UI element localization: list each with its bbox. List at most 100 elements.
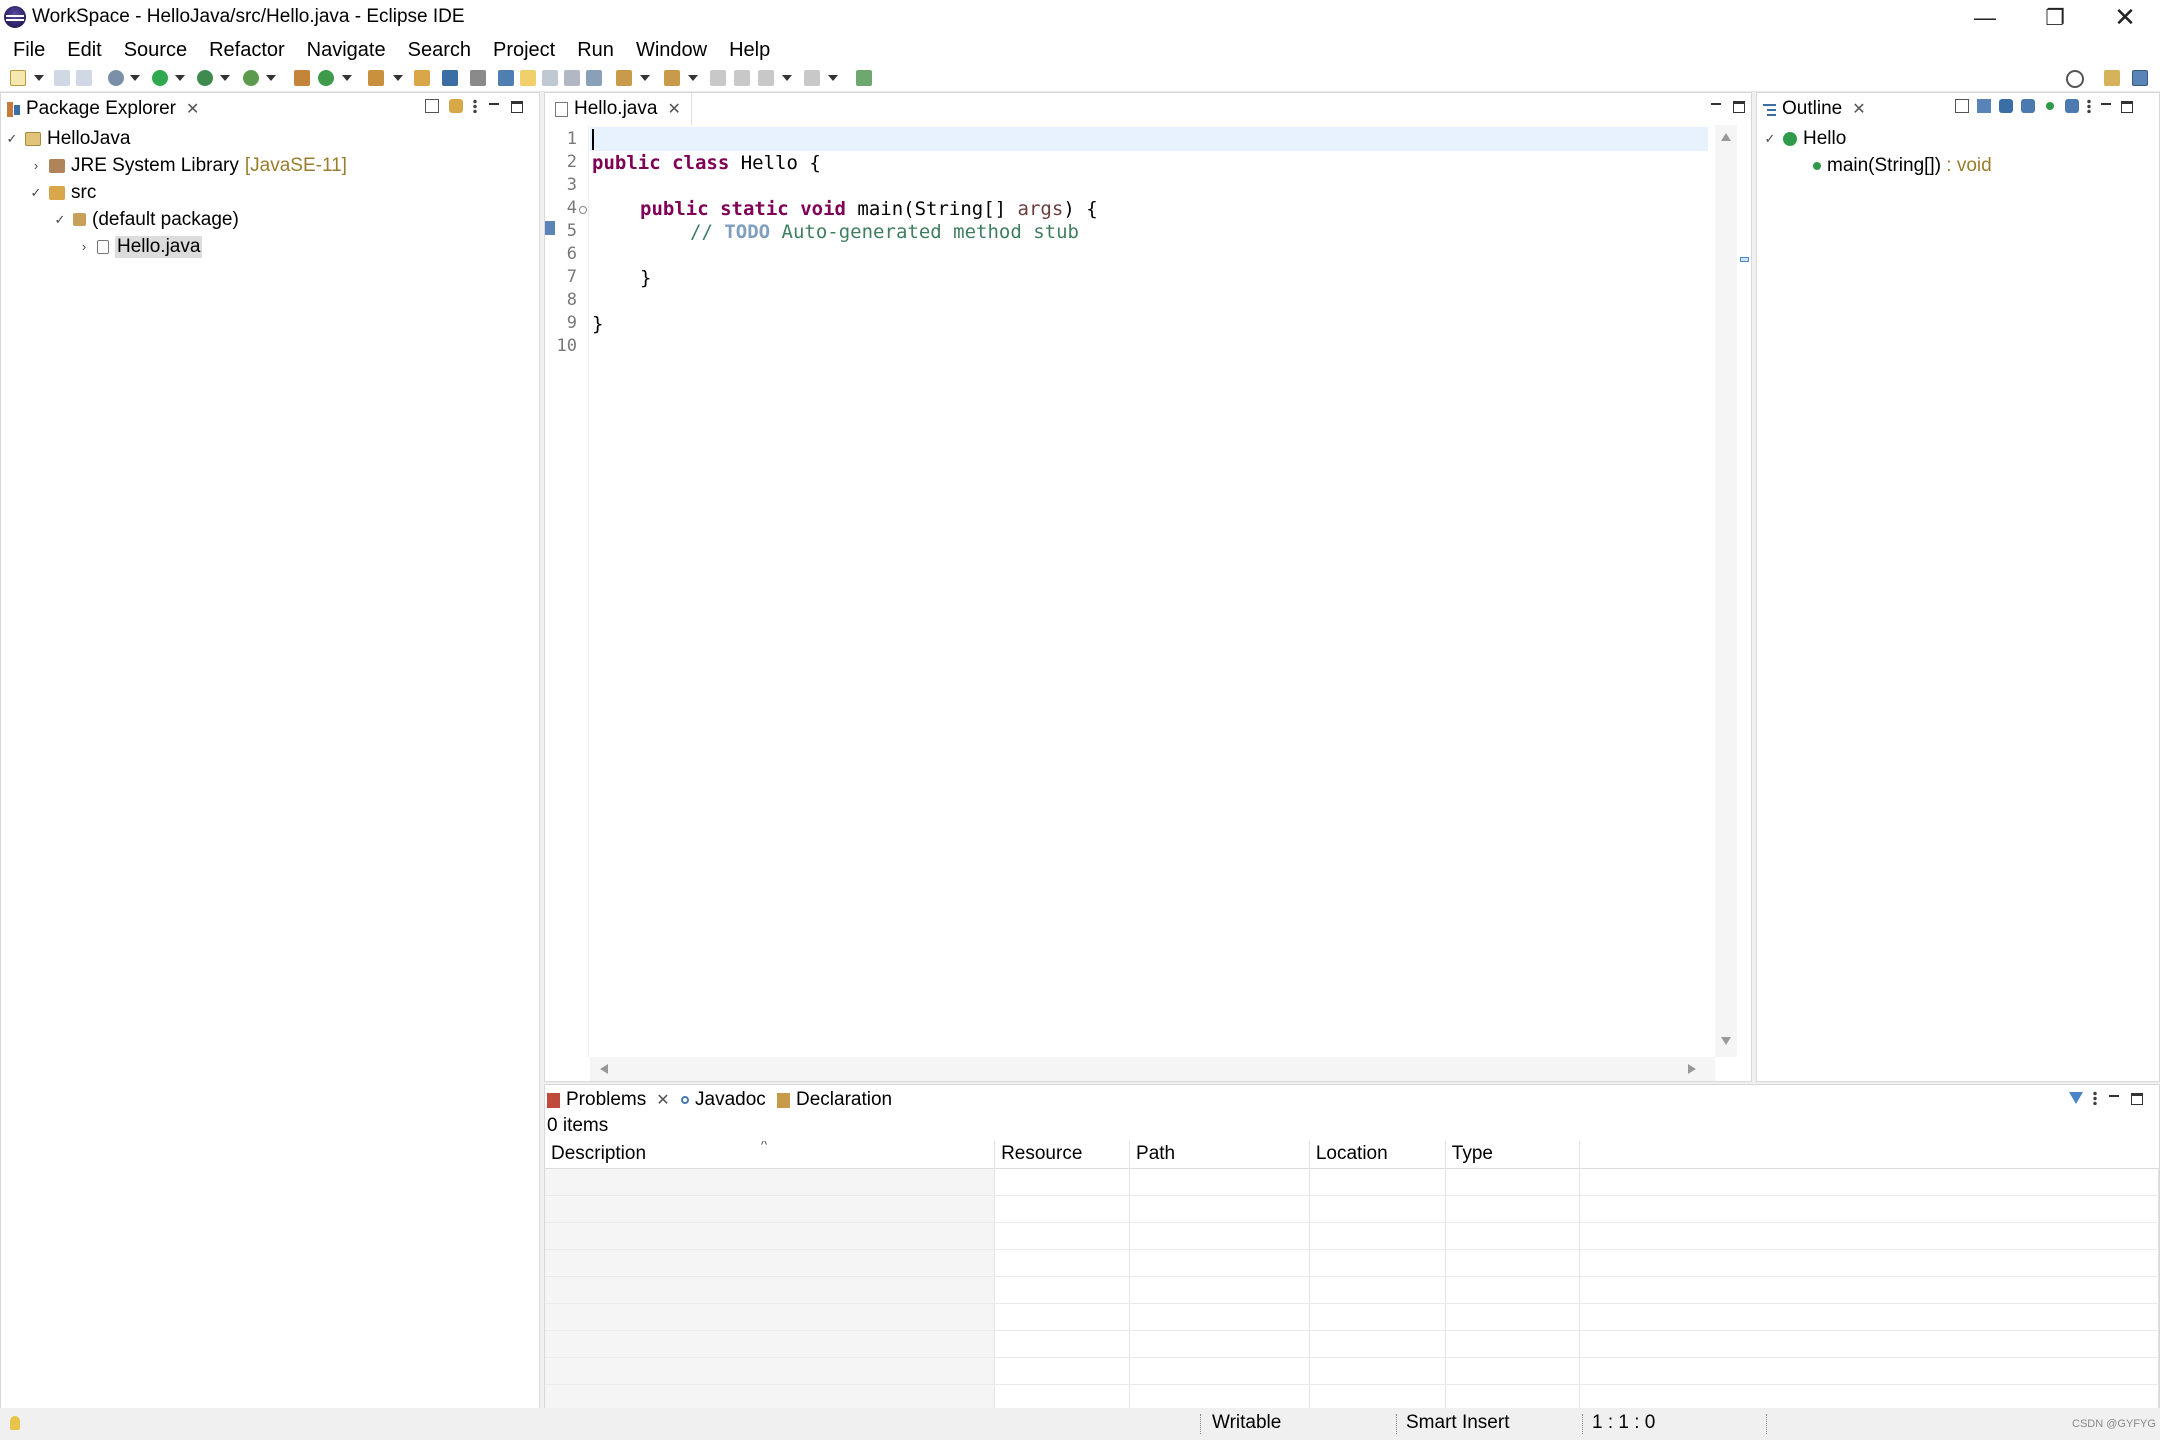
menu-file[interactable]: File	[2, 36, 56, 64]
fold-toggle-icon[interactable]	[579, 206, 587, 214]
close-icon[interactable]: ✕	[667, 99, 680, 119]
filter-icon[interactable]	[2069, 1092, 2083, 1104]
chevron-down-icon[interactable]: ✓	[5, 131, 19, 147]
code-editor[interactable]: public class Hello { public static void …	[590, 125, 1708, 1057]
scroll-down-icon[interactable]	[1721, 1037, 1731, 1045]
back-icon[interactable]	[758, 70, 774, 86]
toggle-breadcrumb-icon[interactable]	[498, 70, 514, 86]
debug-dropdown-icon[interactable]	[130, 75, 140, 81]
forward-dropdown-icon[interactable]	[828, 75, 838, 81]
column-description[interactable]: Description ^	[545, 1141, 996, 1168]
open-task-icon[interactable]	[414, 70, 430, 86]
pin-editor-icon[interactable]	[856, 70, 872, 86]
run-icon[interactable]	[152, 70, 168, 86]
menu-window[interactable]: Window	[625, 36, 718, 64]
tab-hello-java[interactable]: Hello.java ✕	[545, 93, 692, 125]
tree-item-src[interactable]: ✓ src	[29, 179, 97, 206]
outline-item-class[interactable]: ✓ Hello	[1763, 125, 1847, 152]
vertical-scrollbar[interactable]	[1715, 125, 1737, 1057]
maximize-icon[interactable]	[1733, 100, 1745, 113]
search-icon[interactable]	[2066, 70, 2084, 88]
view-menu-icon[interactable]	[2093, 1091, 2097, 1105]
forward-icon[interactable]	[804, 70, 820, 86]
view-menu-icon[interactable]	[2087, 99, 2091, 113]
lightbulb-icon[interactable]	[10, 1416, 20, 1430]
horizontal-scrollbar[interactable]	[590, 1057, 1715, 1081]
outline-item-method[interactable]: main(String[]) : void	[1813, 152, 1992, 179]
external-tools-icon[interactable]	[243, 70, 259, 86]
new-java-class-icon[interactable]	[318, 70, 334, 86]
coverage-dropdown-icon[interactable]	[220, 75, 230, 81]
tree-item-hello-java[interactable]: › Hello.java	[77, 233, 203, 260]
chevron-down-icon[interactable]: ✓	[53, 212, 67, 228]
console-icon[interactable]	[442, 70, 458, 86]
maximize-icon[interactable]	[511, 100, 523, 113]
collapse-all-icon[interactable]	[1955, 99, 1969, 113]
maximize-icon[interactable]	[2121, 100, 2133, 113]
external-tools-dropdown-icon[interactable]	[266, 75, 276, 81]
last-edit-icon[interactable]	[710, 70, 726, 86]
minimize-icon[interactable]	[487, 99, 501, 113]
link-with-editor-icon[interactable]	[449, 99, 463, 113]
menu-refactor[interactable]: Refactor	[198, 36, 296, 64]
column-location[interactable]: Location	[1309, 1141, 1446, 1168]
scroll-up-icon[interactable]	[1721, 133, 1731, 141]
hide-fields-icon[interactable]	[1999, 99, 2013, 113]
back-dropdown-icon[interactable]	[782, 75, 792, 81]
menu-source[interactable]: Source	[113, 36, 198, 64]
view-menu-icon[interactable]	[473, 99, 477, 113]
overview-ruler[interactable]	[1739, 125, 1751, 1057]
debug-icon[interactable]	[108, 70, 124, 86]
new-java-package-icon[interactable]	[294, 70, 310, 86]
save-all-icon[interactable]	[76, 70, 92, 86]
tab-problems[interactable]: Problems ✕	[547, 1085, 670, 1115]
close-icon[interactable]: ✕	[1852, 99, 1865, 119]
tab-package-explorer[interactable]: Package Explorer ✕	[7, 93, 199, 125]
column-type[interactable]: Type	[1445, 1141, 1580, 1168]
forward-edit-icon[interactable]	[734, 70, 750, 86]
tree-item-jre-library[interactable]: › JRE System Library [JavaSE-11]	[29, 152, 347, 179]
hide-non-public-icon[interactable]	[2046, 102, 2054, 110]
tree-item-hellojava[interactable]: ✓ HelloJava	[5, 125, 131, 152]
menu-project[interactable]: Project	[482, 36, 566, 64]
open-perspective-icon[interactable]	[2104, 70, 2120, 86]
sort-icon[interactable]	[1977, 99, 1991, 113]
tab-javadoc[interactable]: Javadoc	[681, 1085, 766, 1115]
chevron-down-icon[interactable]: ✓	[29, 185, 43, 201]
search-tool-icon[interactable]	[470, 70, 486, 86]
minimize-icon[interactable]	[2107, 1091, 2121, 1105]
java-perspective-icon[interactable]	[2132, 70, 2148, 86]
open-type-icon[interactable]	[368, 70, 384, 86]
close-icon[interactable]: ✕	[186, 99, 199, 119]
save-icon[interactable]	[54, 70, 70, 86]
menu-search[interactable]: Search	[397, 36, 482, 64]
scroll-right-icon[interactable]	[1688, 1064, 1696, 1074]
restore-window-button[interactable]: ❐	[2020, 0, 2090, 35]
minimize-window-button[interactable]: —	[1950, 0, 2020, 35]
paragraph-icon[interactable]	[586, 70, 602, 86]
scroll-left-icon[interactable]	[600, 1064, 608, 1074]
column-resource[interactable]: Resource	[994, 1141, 1131, 1168]
chevron-right-icon[interactable]: ›	[77, 239, 91, 254]
task-overview-marker[interactable]	[1740, 257, 1749, 262]
close-icon[interactable]: ✕	[656, 1090, 669, 1110]
menu-help[interactable]: Help	[718, 36, 781, 64]
hide-local-types-icon[interactable]	[2065, 99, 2079, 113]
new-class-dropdown-icon[interactable]	[342, 75, 352, 81]
show-whitespace-icon[interactable]	[564, 70, 580, 86]
previous-annotation-icon[interactable]	[664, 70, 680, 86]
column-path[interactable]: Path	[1129, 1141, 1310, 1168]
mark-occurrences-icon[interactable]	[520, 70, 536, 86]
run-dropdown-icon[interactable]	[175, 75, 185, 81]
next-annotation-dropdown-icon[interactable]	[640, 75, 650, 81]
open-type-dropdown-icon[interactable]	[393, 75, 403, 81]
new-icon[interactable]	[10, 70, 26, 86]
coverage-icon[interactable]	[197, 70, 213, 86]
task-marker-icon[interactable]	[545, 221, 555, 235]
previous-annotation-dropdown-icon[interactable]	[688, 75, 698, 81]
menu-navigate[interactable]: Navigate	[296, 36, 397, 64]
minimize-icon[interactable]	[2099, 99, 2113, 113]
hide-static-icon[interactable]	[2021, 99, 2035, 113]
maximize-icon[interactable]	[2131, 1092, 2143, 1105]
minimize-icon[interactable]	[1709, 99, 1723, 113]
